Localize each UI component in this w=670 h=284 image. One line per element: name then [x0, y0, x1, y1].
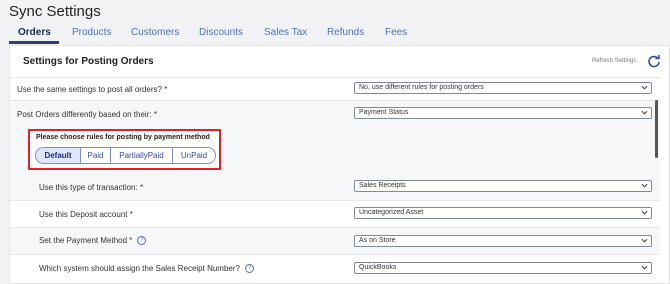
- setting-label: Use this type of transaction: *: [39, 183, 144, 192]
- chevron-down-icon: [641, 183, 648, 188]
- settings-tabs: Orders Products Customers Discounts Sale…: [0, 26, 670, 43]
- same-settings-select[interactable]: No, use different rules for posting orde…: [354, 82, 652, 94]
- setting-row-same-settings: Use the same settings to post all orders…: [10, 77, 660, 99]
- page-title: Sync Settings: [9, 3, 101, 20]
- rule-option-default[interactable]: Default: [36, 148, 80, 163]
- chevron-down-icon: [641, 210, 648, 215]
- setting-label: Use the same settings to post all orders…: [17, 85, 168, 94]
- payment-method-select[interactable]: As on Store: [354, 235, 652, 247]
- refresh-icon[interactable]: [647, 54, 661, 68]
- refresh-settings-link[interactable]: Refresh Settings: [592, 58, 636, 64]
- question-circle-icon[interactable]: ?: [244, 264, 254, 274]
- tab-discounts[interactable]: Discounts: [199, 27, 243, 38]
- rules-title: Please choose rules for posting by payme…: [36, 134, 210, 141]
- setting-row-payment-method: Set the Payment Method *? As on Store: [10, 227, 660, 254]
- setting-label: Set the Payment Method *?: [39, 236, 147, 246]
- question-circle-icon[interactable]: ?: [137, 236, 147, 246]
- payment-rules-box: Please choose rules for posting by payme…: [28, 129, 221, 170]
- rule-option-partially-paid[interactable]: PartiallyPaid: [110, 148, 172, 163]
- setting-label: Use this Deposit account *: [39, 210, 133, 219]
- rule-option-unpaid[interactable]: UnPaid: [172, 148, 215, 163]
- payment-rule-selector: Default Paid PartiallyPaid UnPaid: [35, 147, 216, 164]
- setting-row-receipt-number: Which system should assign the Sales Rec…: [10, 254, 660, 284]
- rule-option-paid[interactable]: Paid: [80, 148, 110, 163]
- chevron-down-icon: [641, 265, 648, 270]
- setting-row-deposit-account: Use this Deposit account * Uncategorized…: [10, 200, 660, 227]
- tab-products[interactable]: Products: [72, 27, 111, 38]
- setting-label: Post Orders differently based on their: …: [17, 110, 157, 119]
- chevron-down-icon: [641, 85, 648, 90]
- tab-refunds[interactable]: Refunds: [327, 27, 364, 38]
- post-differently-select[interactable]: Payment Status: [354, 107, 652, 119]
- chevron-down-icon: [641, 238, 648, 243]
- setting-label: Which system should assign the Sales Rec…: [39, 264, 254, 274]
- tab-customers[interactable]: Customers: [131, 27, 179, 38]
- setting-row-transaction-type: Use this type of transaction: * Sales Re…: [10, 174, 660, 200]
- tab-sales-tax[interactable]: Sales Tax: [264, 27, 307, 38]
- chevron-down-icon: [641, 110, 648, 115]
- active-tab-indicator: [9, 41, 59, 44]
- transaction-type-select[interactable]: Sales Receipts: [354, 180, 652, 192]
- section-title: Settings for Posting Orders: [23, 56, 154, 67]
- scrollbar[interactable]: [655, 100, 658, 158]
- tab-orders[interactable]: Orders: [18, 27, 51, 38]
- receipt-number-select[interactable]: QuickBooks: [354, 262, 652, 274]
- tab-fees[interactable]: Fees: [385, 27, 407, 38]
- deposit-account-select[interactable]: Uncategorized Asset: [354, 207, 652, 219]
